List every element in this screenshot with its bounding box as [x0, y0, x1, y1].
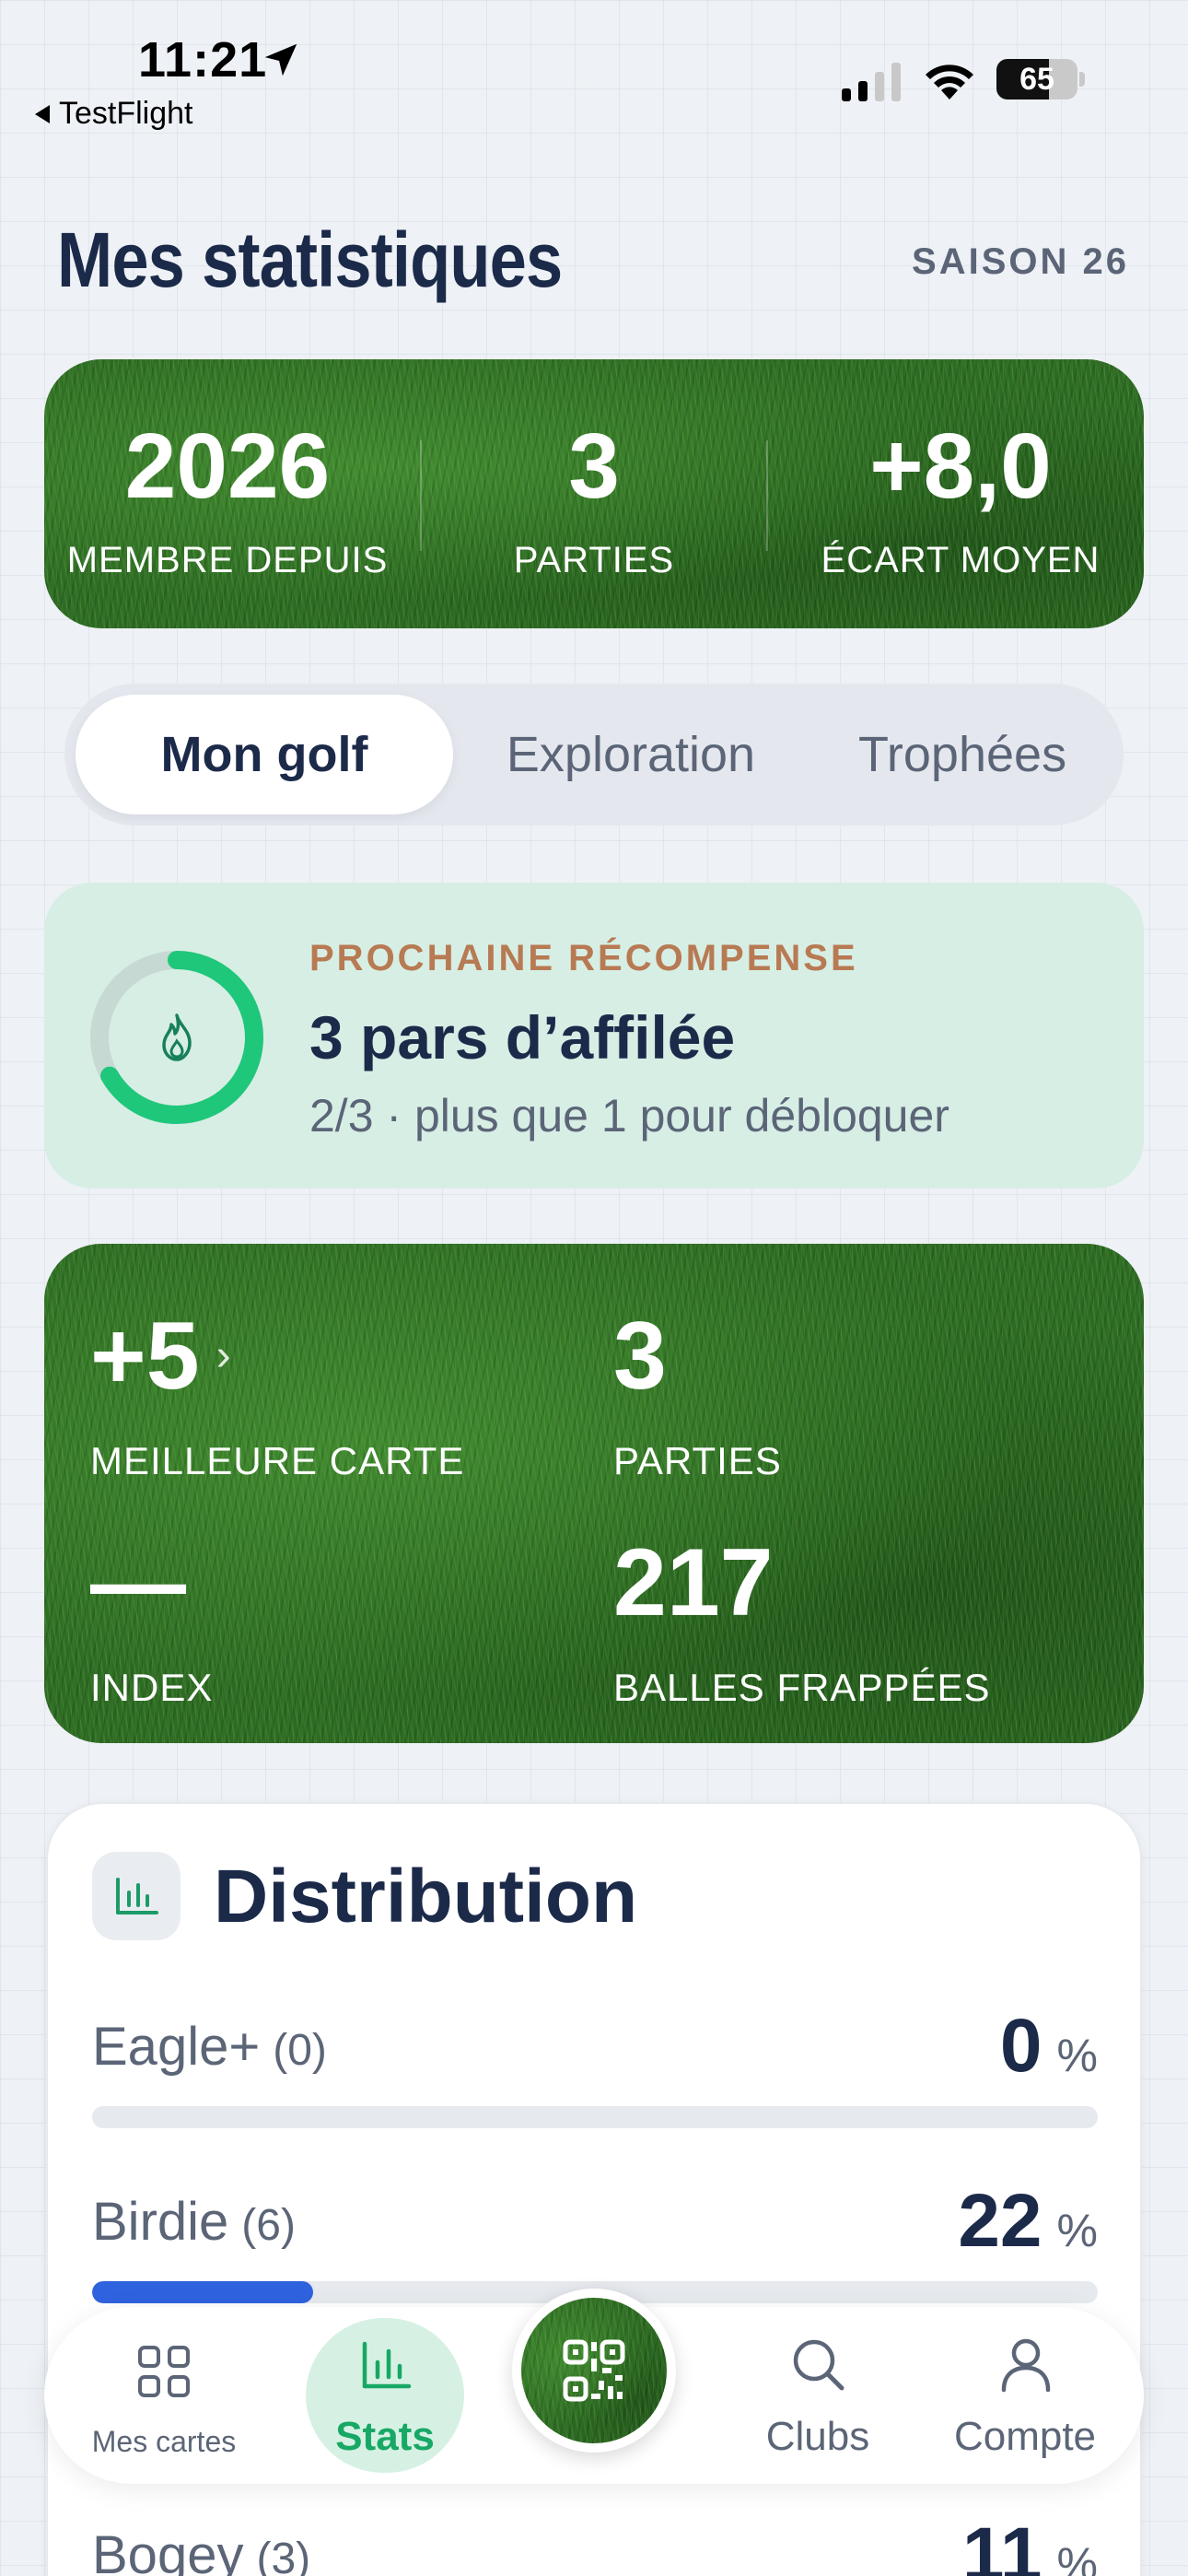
row-percent: 11	[961, 2512, 1042, 2576]
chevron-right-icon: ›	[215, 1331, 231, 1380]
row-unit: %	[1056, 2205, 1098, 2256]
row-unit: %	[1056, 2030, 1098, 2081]
scan-qr-button[interactable]	[512, 2289, 676, 2453]
reward-title: 3 pars d’affilée	[309, 1003, 736, 1071]
row-name: Bogey	[92, 2525, 244, 2576]
best-card-stat[interactable]: +5 › MEILLEURE CARTE	[90, 1308, 464, 1483]
nav-label-cards: Mes cartes	[91, 2425, 237, 2458]
balls-hit-value: 217	[613, 1529, 774, 1636]
index-label: INDEX	[90, 1666, 214, 1709]
balls-hit-stat: 217 BALLES FRAPPÉES	[613, 1535, 991, 1710]
row-percent: 0	[999, 2004, 1042, 2088]
back-label: TestFlight	[59, 96, 193, 131]
row-count: (3)	[256, 2535, 311, 2576]
rounds-stat: 3 PARTIES	[411, 420, 777, 581]
index-stat: — INDEX	[90, 1535, 213, 1710]
grid-icon	[138, 2346, 190, 2397]
battery-percent: 65	[1019, 62, 1054, 97]
tab-trophees[interactable]: Trophées	[810, 695, 1114, 814]
back-arrow-icon	[35, 104, 50, 123]
location-arrow-icon	[264, 43, 297, 76]
reward-subtitle: 2/3 · plus que 1 pour débloquer	[309, 1090, 949, 1142]
nav-clubs[interactable]: Clubs	[726, 2307, 910, 2484]
row-count: (0)	[273, 2026, 327, 2075]
row-unit: %	[1056, 2538, 1098, 2576]
member-since-value: 2026	[124, 415, 331, 518]
best-card-label: MEILLEURE CARTE	[90, 1439, 465, 1482]
nav-label-account: Compte	[953, 2414, 1097, 2459]
distribution-icon-box	[92, 1852, 181, 1940]
back-to-testflight[interactable]: TestFlight	[35, 96, 193, 132]
wifi-icon	[926, 64, 973, 100]
index-value: —	[90, 1529, 186, 1636]
balls-hit-label: BALLES FRAPPÉES	[613, 1666, 991, 1709]
stats-tabs: Mon golf Exploration Trophées	[64, 684, 1124, 825]
reward-progress-ring	[90, 951, 263, 1124]
row-bar-track	[92, 2106, 1098, 2128]
season-label: SAISON 26	[912, 241, 1129, 282]
summary-card: 2026 MEMBRE DEPUIS 3 PARTIES +8,0 ÉCART …	[44, 359, 1144, 628]
nav-label-stats: Stats	[335, 2414, 435, 2459]
nav-stats[interactable]: Stats	[306, 2307, 464, 2484]
tab-mon-golf[interactable]: Mon golf	[76, 695, 453, 814]
avg-gap-stat: +8,0 ÉCART MOYEN	[777, 420, 1144, 581]
member-since-label: MEMBRE DEPUIS	[66, 540, 389, 580]
search-icon	[793, 2339, 844, 2391]
qr-code-icon	[563, 2339, 625, 2402]
nav-mes-cartes[interactable]: Mes cartes	[63, 2307, 265, 2484]
battery-indicator: 65	[996, 59, 1085, 100]
member-since-stat: 2026 MEMBRE DEPUIS	[44, 420, 411, 581]
rounds-played-label: PARTIES	[613, 1439, 782, 1482]
status-time: 11:21	[138, 32, 268, 88]
next-reward-card[interactable]: PROCHAINE RÉCOMPENSE 3 pars d’affilée 2/…	[44, 883, 1144, 1188]
avg-gap-label: ÉCART MOYEN	[821, 540, 1101, 580]
nav-compte[interactable]: Compte	[919, 2307, 1131, 2484]
bar-chart-icon	[362, 2341, 412, 2389]
row-name: Eagle+	[92, 2017, 261, 2077]
row-name: Birdie	[92, 2192, 229, 2252]
rounds-played-stat: 3 PARTIES	[613, 1308, 782, 1483]
row-bar-fill	[92, 2281, 314, 2303]
rounds-label: PARTIES	[513, 540, 675, 580]
cellular-signal-icon	[842, 63, 901, 101]
distribution-heading: Distribution	[214, 1855, 638, 1938]
avg-gap-value: +8,0	[869, 415, 1052, 518]
rounds-played-value: 3	[613, 1303, 667, 1410]
key-stats-card: +5 › MEILLEURE CARTE 3 PARTIES — INDEX 2…	[44, 1244, 1144, 1743]
row-count: (6)	[241, 2201, 296, 2250]
nav-label-clubs: Clubs	[765, 2414, 870, 2459]
bar-chart-icon	[116, 1878, 158, 1914]
reward-kicker: PROCHAINE RÉCOMPENSE	[309, 938, 858, 978]
tab-exploration[interactable]: Exploration	[460, 695, 801, 814]
page-title: Mes statistiques	[57, 217, 563, 303]
row-percent: 22	[958, 2179, 1042, 2263]
rounds-value: 3	[568, 415, 620, 518]
user-icon	[1001, 2338, 1051, 2393]
best-card-value: +5	[90, 1303, 200, 1410]
flame-icon	[162, 1013, 192, 1061]
